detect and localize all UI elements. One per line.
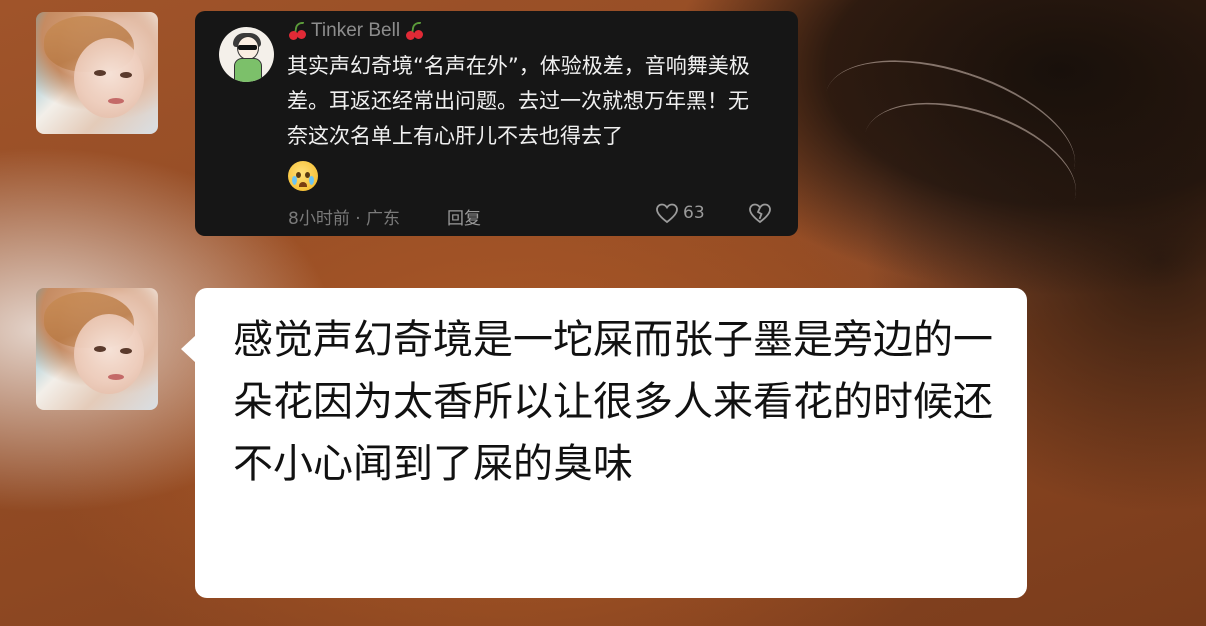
avatar-figure-body xyxy=(234,58,262,82)
comment-time-location: 8小时前 · 广东 xyxy=(288,209,401,229)
avatar-lips xyxy=(108,374,124,380)
sender-avatar[interactable] xyxy=(36,12,158,134)
avatar-figure-glasses xyxy=(238,45,257,50)
message-bubble[interactable]: 感觉声幻奇境是一坨屎而张子墨是旁边的一朵花因为太香所以让很多人来看花的时候还不小… xyxy=(195,288,1027,598)
avatar-eye xyxy=(94,346,106,352)
commenter-name-row: Tinker Bell xyxy=(287,18,424,44)
avatar-eye xyxy=(120,72,132,78)
broken-heart-icon xyxy=(748,202,772,224)
avatar-face xyxy=(74,38,144,118)
cherry-icon xyxy=(287,21,307,41)
comment-text: 其实声幻奇境“名声在外”，体验极差，音响舞美极差。耳返还经常出问题。去过一次就想… xyxy=(287,54,750,148)
reply-button[interactable]: 回复 xyxy=(447,204,481,229)
like-button[interactable]: 63 xyxy=(655,202,705,224)
sender-avatar[interactable] xyxy=(36,288,158,410)
avatar-eye xyxy=(120,348,132,354)
commenter-avatar[interactable] xyxy=(219,27,274,82)
avatar-eye xyxy=(94,70,106,76)
cherry-icon xyxy=(404,21,424,41)
message-bubble-tail xyxy=(181,335,196,363)
quoted-comment-card[interactable]: Tinker Bell 其实声幻奇境“名声在外”，体验极差，音响舞美极差。耳返还… xyxy=(195,11,798,236)
avatar-face xyxy=(74,314,144,394)
message-text: 感觉声幻奇境是一坨屎而张子墨是旁边的一朵花因为太香所以让很多人来看花的时候还不小… xyxy=(233,317,993,487)
avatar-lips xyxy=(108,98,124,104)
like-count: 63 xyxy=(683,203,705,223)
heart-icon xyxy=(655,202,679,224)
crying-face-emoji xyxy=(288,161,318,191)
dislike-button[interactable] xyxy=(748,202,772,224)
commenter-username[interactable]: Tinker Bell xyxy=(309,20,402,42)
